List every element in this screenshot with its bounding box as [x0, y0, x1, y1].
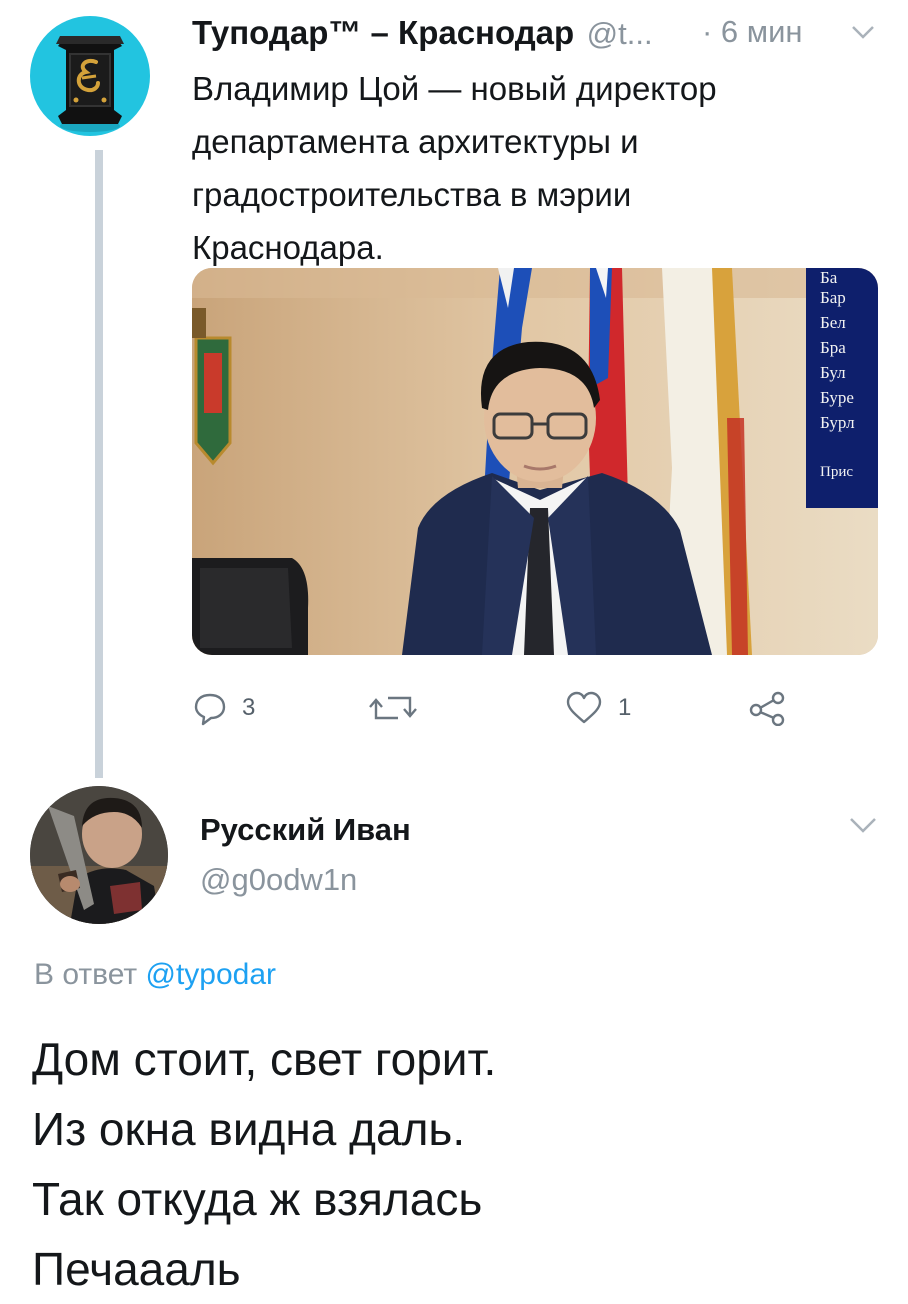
tweet-text-line: Владимир Цой — новый директор — [192, 70, 717, 107]
reply-text-line: Из окна видна даль. — [32, 1103, 466, 1155]
like-count: 1 — [618, 694, 632, 721]
reply-author-name[interactable]: Русский Иван — [200, 812, 411, 848]
photo-board-line: Бул — [820, 363, 846, 382]
chevron-down-icon[interactable] — [848, 814, 878, 841]
reply-text-line: Так откуда ж взялась — [32, 1173, 483, 1225]
reply-mention-link[interactable]: @typodar — [145, 958, 276, 991]
tweet-timestamp[interactable]: · 6 мин — [702, 14, 803, 50]
tweet-text-line: департамента архитектуры и — [192, 123, 639, 160]
tweet-header: Туподар™ – Краснодар @t... · 6 мин — [192, 14, 882, 58]
reply-author-avatar[interactable] — [30, 786, 168, 924]
retweet-icon — [369, 696, 417, 720]
photo-board-line: Прис — [820, 464, 854, 480]
chevron-down-icon[interactable] — [850, 22, 876, 47]
photo-board-line: Бра — [820, 338, 846, 357]
photo-board-line: Ба — [820, 268, 838, 287]
thread-line — [95, 150, 103, 778]
reply-context: В ответ @typodar — [34, 958, 276, 992]
reply-text-line: Печаааль — [32, 1243, 241, 1295]
reply-text: Дом стоит, свет горит. Из окна видна дал… — [32, 1024, 892, 1304]
tweet-actions: 3 1 — [192, 688, 812, 728]
share-action[interactable] — [748, 688, 788, 728]
photo-board-line: Буре — [820, 388, 854, 407]
tweet-text: Владимир Цой — новый директор департамен… — [192, 62, 852, 274]
reply-context-prefix: В ответ — [34, 958, 138, 991]
photo-board-line: Бар — [820, 288, 846, 307]
avatar-photo — [30, 786, 168, 924]
tweet-author-handle[interactable]: @t... — [587, 16, 653, 51]
tweet-media-photo[interactable]: Ба Бар Бел Бра Бул Буре Бурл Прис — [192, 268, 878, 655]
reply-action[interactable]: 3 — [192, 688, 255, 728]
tweet-author-name[interactable]: Туподар™ – Краснодар — [192, 14, 574, 51]
photo-board-line: Бел — [820, 313, 846, 332]
reply-text-line: Дом стоит, свет горит. — [32, 1033, 497, 1085]
photo-name-board: Ба Бар Бел Бра Бул Буре Бурл Прис — [806, 268, 878, 508]
retweet-action[interactable] — [368, 688, 432, 728]
tweet-text-line: градостроительства в мэрии — [192, 176, 632, 213]
heart-icon — [566, 691, 602, 724]
share-icon — [749, 691, 785, 726]
like-action[interactable]: 1 — [564, 688, 631, 728]
tweet-author-avatar[interactable] — [30, 16, 150, 136]
photo-illustration — [192, 268, 878, 655]
urn-logo-icon — [56, 36, 124, 132]
speech-bubble-icon — [194, 693, 226, 726]
photo-board-line: Бурл — [820, 413, 855, 432]
reply-author-handle[interactable]: @g0odw1n — [200, 862, 357, 898]
reply-count: 3 — [242, 694, 256, 721]
tweet-text-line: Краснодара. — [192, 229, 384, 266]
